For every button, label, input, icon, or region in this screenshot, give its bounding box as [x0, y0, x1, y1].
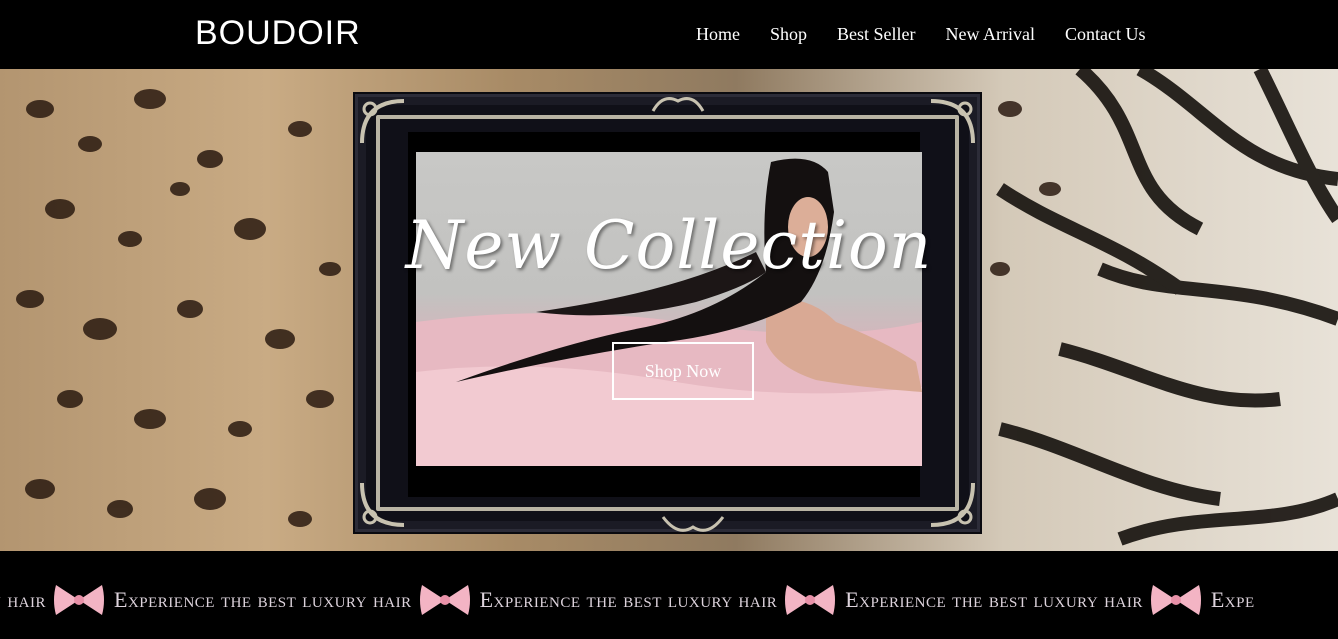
- announcement-marquee: y hair Experience the best luxury hair E…: [0, 551, 1338, 639]
- nav-best-seller[interactable]: Best Seller: [837, 24, 916, 45]
- nav-shop[interactable]: Shop: [770, 24, 807, 45]
- marquee-item: Experience the best luxury hair: [114, 581, 480, 619]
- bow-icon: [54, 585, 104, 615]
- frame-ornament-top: [651, 97, 705, 112]
- marquee-item: Expe: [1211, 587, 1255, 613]
- marquee-text: Experience the best luxury hair: [479, 587, 778, 612]
- marquee-item: Experience the best luxury hair: [845, 581, 1211, 619]
- main-nav: Home Shop Best Seller New Arrival Contac…: [696, 24, 1146, 45]
- model-photo: [416, 152, 922, 466]
- site-header: BOUDOIR Home Shop Best Seller New Arriva…: [0, 0, 1338, 69]
- hero-title: New Collection: [405, 207, 933, 284]
- nav-contact-us[interactable]: Contact Us: [1065, 24, 1146, 45]
- marquee-text: Expe: [1210, 587, 1255, 612]
- bow-icon: [785, 585, 836, 615]
- frame-corner-ornament: [930, 482, 975, 527]
- frame-ornament-bottom: [661, 516, 725, 532]
- shop-now-button[interactable]: Shop Now: [612, 342, 754, 400]
- hero-banner: New Collection Shop Now: [0, 69, 1338, 551]
- marquee-track: y hair Experience the best luxury hair E…: [0, 581, 1255, 619]
- bow-icon: [1150, 585, 1201, 615]
- marquee-text: y hair: [0, 587, 46, 612]
- nav-home[interactable]: Home: [696, 24, 740, 45]
- marquee-text: Experience the best luxury hair: [845, 587, 1143, 612]
- nav-new-arrival[interactable]: New Arrival: [946, 24, 1035, 45]
- marquee-item: y hair: [0, 581, 114, 619]
- marquee-item: Experience the best luxury hair: [480, 581, 846, 619]
- frame-corner-ornament: [930, 99, 975, 144]
- brand-logo[interactable]: BOUDOIR: [195, 14, 361, 53]
- frame-corner-ornament: [360, 99, 405, 144]
- marquee-text: Experience the best luxury hair: [114, 587, 412, 612]
- ornate-picture-frame: [355, 94, 980, 532]
- model-illustration: [416, 158, 922, 466]
- bow-icon: [419, 585, 470, 615]
- frame-corner-ornament: [360, 482, 405, 527]
